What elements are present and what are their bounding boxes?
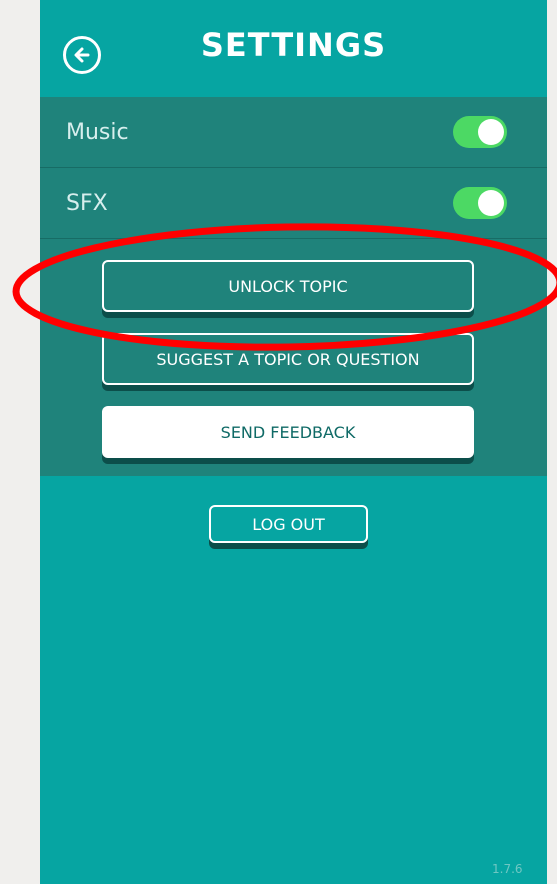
sfx-setting-row: SFX — [40, 168, 547, 239]
settings-panel: Music SFX UNLOCK TOPIC SUGGEST A TOPIC O… — [40, 97, 547, 476]
send-feedback-button[interactable]: SEND FEEDBACK — [102, 406, 474, 458]
music-label: Music — [66, 119, 129, 145]
sfx-label: SFX — [66, 190, 108, 216]
page-title: SETTINGS — [200, 26, 387, 64]
suggest-topic-button[interactable]: SUGGEST A TOPIC OR QUESTION — [102, 333, 474, 385]
sfx-toggle-knob — [478, 190, 504, 216]
music-setting-row: Music — [40, 97, 547, 168]
settings-screen: SETTINGS Music SFX UNLOCK TOPIC SUGGEST … — [40, 0, 547, 884]
log-out-button[interactable]: LOG OUT — [209, 505, 368, 543]
version-label: 1.7.6 — [492, 862, 523, 876]
music-toggle-knob — [478, 119, 504, 145]
music-toggle[interactable] — [453, 116, 507, 148]
header: SETTINGS — [40, 0, 547, 97]
unlock-topic-button[interactable]: UNLOCK TOPIC — [102, 260, 474, 312]
sfx-toggle[interactable] — [453, 187, 507, 219]
